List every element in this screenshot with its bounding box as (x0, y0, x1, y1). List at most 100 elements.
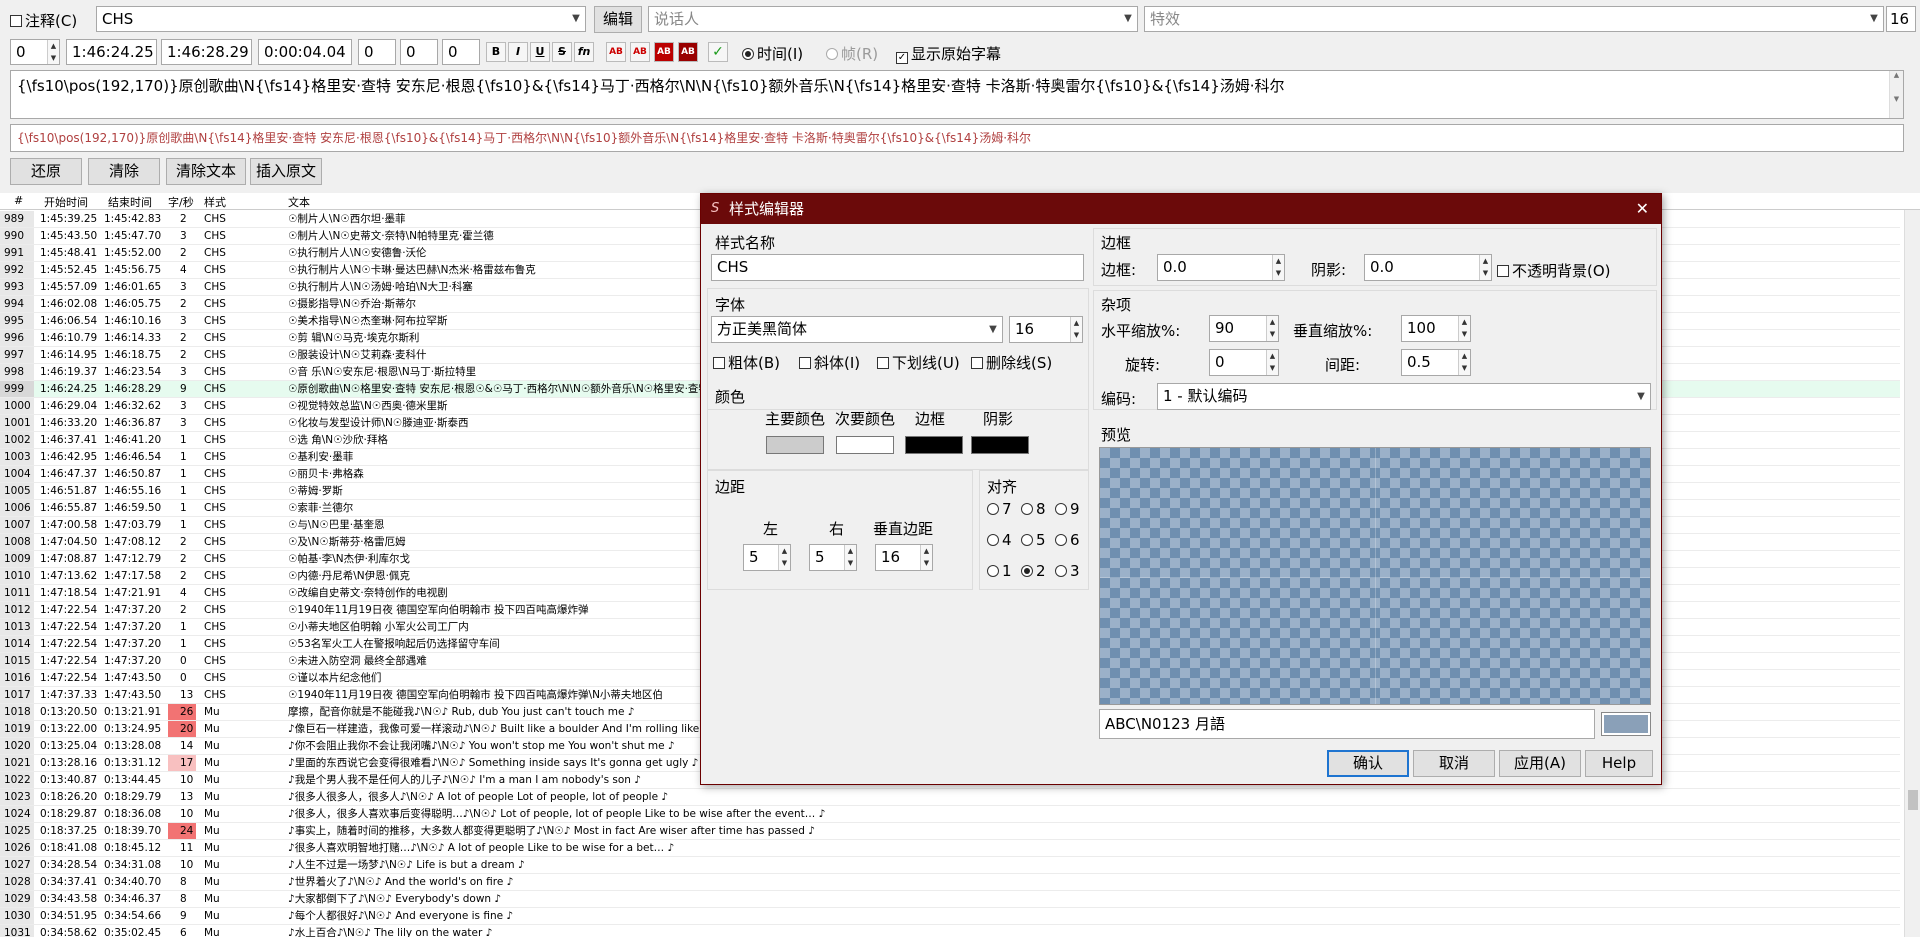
spin-arrows-icon[interactable]: ▲ ▼ (1458, 350, 1470, 375)
table-row[interactable]: 1025 0:18:37.25 0:18:39.70 24 Mu ♪事实上，随着时间的推移… (0, 823, 1900, 840)
scale-y-spinner[interactable]: 100 ▲ ▼ (1401, 315, 1471, 342)
cancel-button[interactable]: 取消 (1413, 750, 1495, 777)
spin-arrows-icon[interactable]: ▲ ▼ (1266, 350, 1278, 375)
style-combobox[interactable]: CHS ▼ (96, 6, 586, 32)
comment-checkbox[interactable]: 注释(C) (10, 10, 77, 31)
align-radio-dot[interactable] (1055, 565, 1067, 577)
table-row[interactable]: 1029 0:34:43.58 0:34:46.37 8 Mu ♪大家都倒下了♪\N☉♪ … (0, 891, 1900, 908)
font-size-spinner[interactable]: 16 ▲ ▼ (1009, 316, 1083, 343)
style-name-input[interactable]: CHS (711, 254, 1084, 281)
bold-button[interactable]: B (486, 42, 506, 62)
table-row[interactable]: 1031 0:34:58.62 0:35:02.45 6 Mu ♪水上百合♪\N☉♪ Th… (0, 925, 1900, 937)
align-option-6[interactable]: 6 (1055, 531, 1080, 549)
align-radio-dot[interactable] (987, 534, 999, 546)
margin-left-spinner[interactable]: 5 ▲ ▼ (743, 544, 791, 571)
editbox-scrollbar[interactable]: ▲ ▼ (1889, 71, 1903, 118)
underline-check[interactable] (877, 357, 889, 369)
font-button[interactable]: fn (574, 42, 594, 62)
shadow-depth-spinner[interactable]: 0.0 ▲ ▼ (1364, 254, 1492, 281)
clear-button[interactable]: 清除 (88, 158, 160, 185)
apply-button[interactable]: 应用(A) (1499, 750, 1581, 777)
secondary-color-button[interactable]: AB (630, 42, 650, 62)
start-time-field[interactable]: 1:46:24.25 (66, 39, 157, 65)
shadow-color-button[interactable]: AB (678, 42, 698, 62)
show-original-checkbox[interactable]: ✓ 显示原始字幕 (896, 43, 1001, 64)
col-header-end[interactable]: 结束时间 (108, 194, 152, 210)
rotation-spinner[interactable]: 0 ▲ ▼ (1209, 349, 1279, 376)
border-width-spinner[interactable]: 0.0 ▲ ▼ (1157, 254, 1285, 281)
font-name-combobox[interactable]: 方正美黑简体 ▼ (711, 316, 1003, 343)
align-option-5[interactable]: 5 (1021, 531, 1046, 549)
margin-vertical-field[interactable]: 0 (442, 39, 480, 65)
opaque-box-check[interactable] (1497, 265, 1509, 277)
grid-scrollbar[interactable] (1904, 210, 1920, 937)
time-radio-dot[interactable] (742, 48, 754, 60)
help-button[interactable]: Help (1585, 750, 1653, 777)
table-row[interactable]: 1024 0:18:29.87 0:18:36.08 10 Mu ♪很多人，很多人喜欢事后… (0, 806, 1900, 823)
col-header-cps[interactable]: 字/秒 (168, 194, 194, 210)
layer-spinner[interactable]: 0 ▲ ▼ (10, 39, 60, 65)
strikeout-checkbox[interactable]: 删除线(S) (971, 352, 1052, 373)
align-option-1[interactable]: 1 (987, 562, 1012, 580)
shadow-color-swatch[interactable] (971, 436, 1029, 454)
spin-arrows-icon[interactable]: ▲ ▼ (47, 40, 59, 64)
close-icon[interactable]: ✕ (1636, 194, 1649, 224)
align-option-2[interactable]: 2 (1021, 562, 1046, 580)
outline-color-swatch[interactable] (905, 436, 963, 454)
align-option-7[interactable]: 7 (987, 500, 1012, 518)
underline-checkbox[interactable]: 下划线(U) (877, 352, 960, 373)
italic-check[interactable] (799, 357, 811, 369)
time-radio[interactable]: 时间(I) (742, 43, 803, 64)
spin-arrows-icon[interactable]: ▲ ▼ (1272, 255, 1284, 280)
align-radio-dot[interactable] (1021, 534, 1033, 546)
spacing-spinner[interactable]: 0.5 ▲ ▼ (1401, 349, 1471, 376)
italic-button[interactable]: I (508, 42, 528, 62)
end-time-field[interactable]: 1:46:28.29 (161, 39, 252, 65)
commit-check-icon[interactable]: ✓ (708, 42, 728, 62)
scale-x-spinner[interactable]: 90 ▲ ▼ (1209, 315, 1279, 342)
frame-radio[interactable]: 帧(R) (826, 43, 878, 64)
edit-style-button[interactable]: 编辑 (594, 6, 642, 33)
grid-scroll-thumb[interactable] (1908, 790, 1918, 810)
ok-button[interactable]: 确认 (1327, 750, 1409, 777)
primary-color-button[interactable]: AB (606, 42, 626, 62)
col-header-style[interactable]: 样式 (204, 194, 226, 210)
dialog-title-bar[interactable]: S 样式编辑器 ✕ (701, 194, 1661, 224)
align-radio-dot[interactable] (987, 565, 999, 577)
actor-combobox[interactable]: 说话人 ▼ (648, 6, 1138, 32)
preview-text-input[interactable]: ABC\N0123 月語 (1099, 709, 1595, 739)
align-radio-dot[interactable] (1021, 565, 1033, 577)
bold-checkbox[interactable]: 粗体(B) (713, 352, 780, 373)
effect-combobox[interactable]: 特效 ▼ (1144, 6, 1884, 32)
align-radio-dot[interactable] (1055, 534, 1067, 546)
table-row[interactable]: 1026 0:18:41.08 0:18:45.12 11 Mu ♪很多人喜欢明智地打赌…… (0, 840, 1900, 857)
show-original-check[interactable]: ✓ (896, 52, 908, 64)
align-option-4[interactable]: 4 (987, 531, 1012, 549)
spin-arrows-icon[interactable]: ▲ ▼ (1070, 317, 1082, 342)
primary-color-swatch[interactable] (766, 436, 824, 454)
revert-button[interactable]: 还原 (10, 158, 82, 185)
margin-right-spinner[interactable]: 5 ▲ ▼ (809, 544, 857, 571)
frame-radio-dot[interactable] (826, 48, 838, 60)
table-row[interactable]: 1023 0:18:26.20 0:18:29.79 13 Mu ♪很多人很多人，很多人♪… (0, 789, 1900, 806)
margin-left-field[interactable]: 0 (358, 39, 396, 65)
spin-arrows-icon[interactable]: ▲ ▼ (1266, 316, 1278, 341)
spin-arrows-icon[interactable]: ▲ ▼ (920, 545, 932, 570)
encoding-combobox[interactable]: 1 - 默认编码 ▼ (1157, 383, 1651, 410)
clear-text-button[interactable]: 清除文本 (166, 158, 246, 185)
strikeout-check[interactable] (971, 357, 983, 369)
insert-original-button[interactable]: 插入原文 (250, 158, 322, 185)
bold-check[interactable] (713, 357, 725, 369)
opaque-box-checkbox[interactable]: 不透明背景(O) (1497, 260, 1611, 281)
align-radio-dot[interactable] (1055, 503, 1067, 515)
align-option-9[interactable]: 9 (1055, 500, 1080, 518)
spin-arrows-icon[interactable]: ▲ ▼ (778, 545, 790, 570)
underline-button[interactable]: U (530, 42, 550, 62)
align-radio-dot[interactable] (987, 503, 999, 515)
subtitle-edit-box[interactable]: {\fs10\pos(192,170)}原创歌曲\N{\fs14}格里安·查特 … (10, 70, 1904, 119)
table-row[interactable]: 1027 0:34:28.54 0:34:31.08 10 Mu ♪人生不过是一场梦♪\N… (0, 857, 1900, 874)
col-header-start[interactable]: 开始时间 (44, 194, 88, 210)
align-radio-dot[interactable] (1021, 503, 1033, 515)
preview-background-swatch[interactable] (1601, 712, 1651, 736)
align-option-3[interactable]: 3 (1055, 562, 1080, 580)
